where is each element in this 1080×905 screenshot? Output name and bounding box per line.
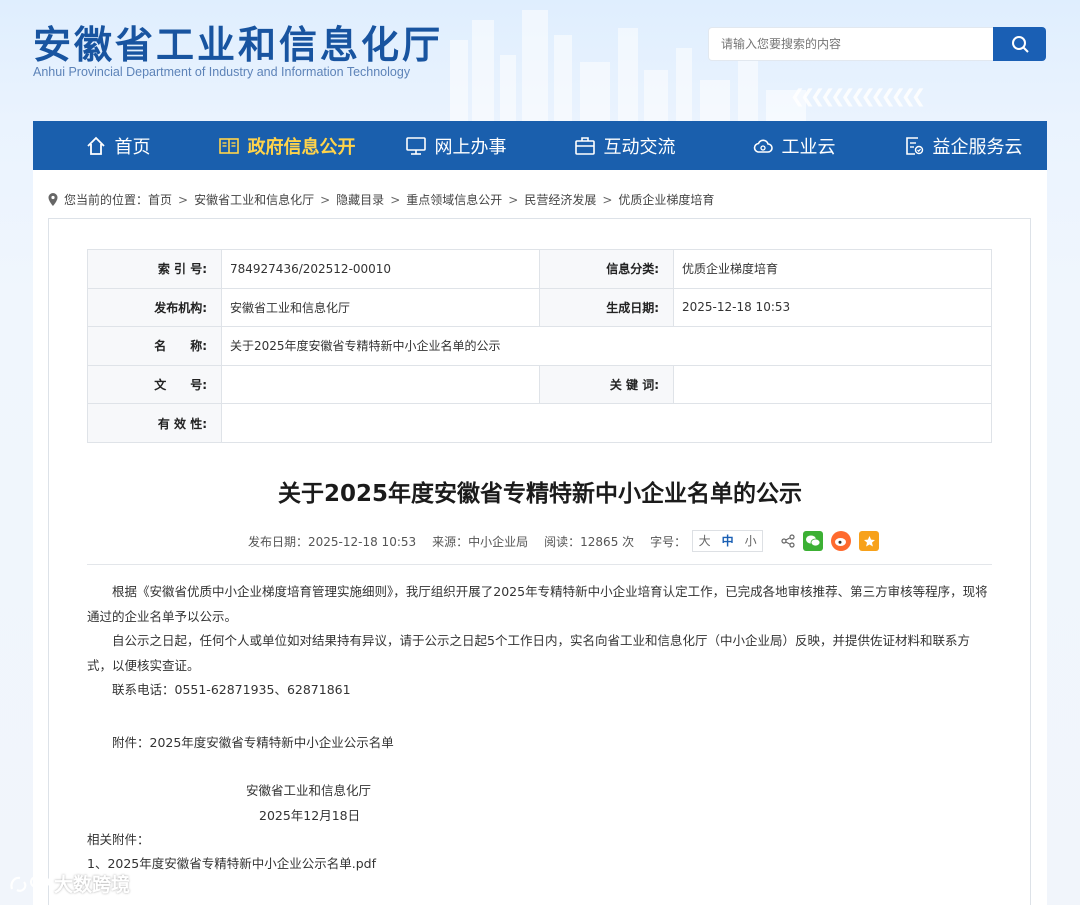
share-bar (781, 531, 880, 551)
validity-label: 有 效 性: (87, 403, 222, 443)
font-size-switcher: 大 中 小 (692, 530, 764, 552)
nav-label: 互动交流 (603, 136, 676, 158)
nav-label: 首页 (114, 136, 151, 158)
attachment-file-link[interactable]: 1、2025年度安徽省专精特新中小企业公示名单.pdf (87, 853, 376, 872)
cloud-icon (753, 139, 773, 153)
nav-label: 益企服务云 (932, 136, 1023, 158)
breadcrumb-separator: > (508, 192, 519, 207)
watermark: 大数跨境 (8, 870, 130, 897)
breadcrumb-item-home[interactable]: 首页 (148, 191, 172, 208)
validity-value (221, 403, 992, 443)
book-icon (218, 137, 239, 154)
main-nav: 首页 政府信息公开 网上办事 互动交流 工业云 益企服务云 (33, 121, 1047, 170)
signature-org: 安徽省工业和信息化厅 (246, 783, 372, 798)
font-size-label: 字号： (650, 534, 687, 549)
date-label: 生成日期: (539, 287, 674, 328)
nav-item-industry-cloud[interactable]: 工业云 (709, 121, 878, 170)
site-title[interactable]: 安徽省工业和信息化厅 (33, 14, 443, 69)
docno-label: 文 号: (87, 364, 222, 405)
search-button[interactable] (993, 27, 1046, 61)
table-row: 名 称: 关于2025年度安徽省专精特新中小企业名单的公示 (87, 326, 992, 366)
location-pin-icon (48, 193, 58, 206)
breadcrumb: 您当前的位置： 首页 > 安徽省工业和信息化厅 > 隐藏目录 > 重点领域信息公… (48, 191, 714, 208)
nav-item-gov-info[interactable]: 政府信息公开 (202, 121, 371, 170)
breadcrumb-separator: > (602, 192, 613, 207)
search-input[interactable] (708, 27, 994, 61)
table-row: 发布机构: 安徽省工业和信息化厅 生成日期: 2025-12-18 10:53 (87, 287, 992, 328)
nav-item-home[interactable]: 首页 (33, 121, 202, 170)
breadcrumb-prefix: 您当前的位置： (64, 193, 149, 207)
search-icon (1011, 36, 1029, 53)
nav-item-interaction[interactable]: 互动交流 (540, 121, 709, 170)
breadcrumb-item-private-economy[interactable]: 民营经济发展 (524, 191, 596, 208)
article-source: 来源：中小企业局 (432, 534, 529, 549)
article-body: 根据《安徽省优质中小企业梯度培育管理实施细则》，我厅组织开展了2025年专精特新… (87, 580, 992, 703)
table-row: 索 引 号: 784927436/202512-00010 信息分类: 优质企业… (87, 249, 992, 289)
briefcase-icon (574, 136, 595, 155)
breadcrumb-separator: > (320, 192, 331, 207)
watermark-logo-icon (10, 875, 50, 892)
article-info-bar: 发布日期：2025-12-18 10:53 来源：中小企业局 阅读：12865 … (248, 530, 880, 552)
font-size-large[interactable]: 大 (693, 531, 716, 551)
font-size-medium[interactable]: 中 (716, 531, 739, 551)
breadcrumb-separator: > (178, 192, 189, 207)
favorite-star-icon[interactable] (859, 531, 880, 551)
home-icon (86, 136, 105, 155)
related-attachments-label: 相关附件： (87, 832, 150, 847)
keywords-value (673, 364, 992, 405)
paragraph-intro: 根据《安徽省优质中小企业梯度培育管理实施细则》，我厅组织开展了2025年专精特新… (87, 584, 988, 624)
publisher-value: 安徽省工业和信息化厅 (221, 287, 540, 328)
monitor-icon (405, 136, 426, 155)
attachment-line: 附件：2025年度安徽省专精特新中小企业公示名单 (112, 735, 394, 750)
breadcrumb-item-current[interactable]: 优质企业梯度培育 (618, 191, 714, 208)
site-header: ❮❮❮❮❮❮❮❮❮❮❮❮❮ 安徽省工业和信息化厅 Anhui Provincia… (0, 0, 1080, 121)
read-count: 阅读：12865 次 (544, 534, 635, 549)
breadcrumb-separator: > (390, 192, 401, 207)
index-value: 784927436/202512-00010 (221, 249, 540, 289)
divider (87, 564, 992, 565)
docno-value (221, 364, 540, 405)
nav-label: 工业云 (781, 136, 836, 158)
name-label: 名 称: (87, 326, 222, 366)
publish-date: 发布日期：2025-12-18 10:53 (248, 534, 417, 549)
nav-item-online-service[interactable]: 网上办事 (371, 121, 540, 170)
watermark-text: 大数跨境 (54, 874, 131, 896)
wechat-share-icon[interactable] (803, 531, 824, 551)
site-subtitle: Anhui Provincial Department of Industry … (33, 65, 411, 79)
contact-phone: 联系电话：0551-62871935、62871861 (112, 682, 351, 697)
nav-label: 网上办事 (434, 136, 507, 158)
category-label: 信息分类: (539, 249, 674, 289)
nav-item-enterprise-cloud[interactable]: 益企服务云 (878, 121, 1047, 170)
weibo-share-icon[interactable] (831, 531, 852, 551)
signature-date: 2025年12月18日 (259, 808, 361, 823)
share-icon[interactable] (781, 534, 795, 548)
document-check-icon (905, 136, 923, 155)
breadcrumb-item-dept[interactable]: 安徽省工业和信息化厅 (194, 191, 314, 208)
breadcrumb-item-key-areas[interactable]: 重点领域信息公开 (406, 191, 502, 208)
name-value: 关于2025年度安徽省专精特新中小企业名单的公示 (221, 326, 992, 366)
breadcrumb-item-hidden[interactable]: 隐藏目录 (336, 191, 384, 208)
category-value: 优质企业梯度培育 (673, 249, 992, 289)
date-value: 2025-12-18 10:53 (673, 287, 992, 328)
font-size-small[interactable]: 小 (739, 531, 762, 551)
index-label: 索 引 号: (87, 249, 222, 289)
keywords-label: 关 键 词: (539, 364, 674, 405)
chevron-decoration: ❮❮❮❮❮❮❮❮❮❮❮❮❮ (790, 86, 926, 107)
metadata-table: 索 引 号: 784927436/202512-00010 信息分类: 优质企业… (87, 249, 992, 443)
paragraph-objection: 自公示之日起，任何个人或单位如对结果持有异议，请于公示之日起5个工作日内，实名向… (87, 633, 970, 673)
table-row: 文 号: 关 键 词: (87, 364, 992, 405)
publisher-label: 发布机构: (87, 287, 222, 328)
table-row: 有 效 性: (87, 403, 992, 443)
nav-label: 政府信息公开 (247, 136, 356, 158)
article-title: 关于2025年度安徽省专精特新中小企业名单的公示 (277, 481, 802, 507)
